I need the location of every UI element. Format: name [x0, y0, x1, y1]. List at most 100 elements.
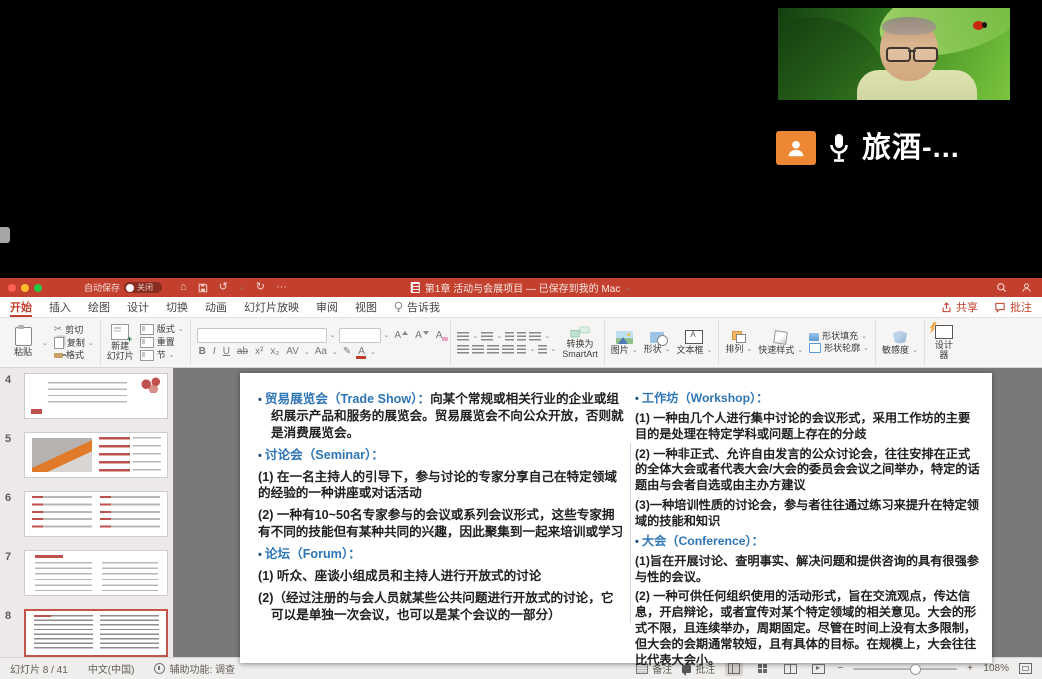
slide-paragraph: (1) 听众、座谈小组成员和主持人进行开放式的讨论 [258, 568, 626, 585]
reset-button[interactable]: 重置 [140, 337, 184, 348]
tab-draw[interactable]: 绘图 [88, 297, 110, 317]
font-color-chevron-icon: ⌄ [370, 349, 376, 356]
slide-right-textbox[interactable]: 工作坊（Workshop）： (1) 一种由几个人进行集中讨论的会议形式，采用工… [635, 391, 982, 655]
increase-indent-button[interactable] [517, 332, 526, 341]
zoom-percentage[interactable]: 108% [983, 663, 1009, 674]
slide-left-textbox[interactable]: 贸易展览会（Trade Show）：向某个常规或相关行业的企业或组织展示产品和服… [258, 391, 626, 655]
align-right-button[interactable] [487, 345, 499, 354]
accessibility-indicator[interactable]: 辅助功能: 调查 [154, 661, 235, 676]
arrange-button[interactable]: 排列 ⌄ [725, 331, 752, 354]
tab-animations[interactable]: 动画 [205, 297, 227, 317]
redo-icon[interactable]: ↻ [256, 282, 265, 293]
zoom-window-button[interactable] [34, 284, 42, 292]
autosave-toggle[interactable]: 自动保存 关闭 [84, 281, 162, 294]
shape-outline-button[interactable]: 形状轮廓 ⌄ [809, 343, 869, 353]
superscript-button[interactable]: x² [253, 347, 265, 357]
bullet-list-button[interactable] [457, 332, 469, 341]
undo-icon[interactable]: ↺ [219, 282, 228, 293]
person-glasses [886, 47, 938, 59]
picture-button[interactable]: 图片 ⌄ [611, 331, 638, 355]
tab-tell-me[interactable]: 告诉我 [394, 297, 440, 317]
column-divider [630, 443, 631, 623]
shrink-font-button[interactable]: A [413, 331, 431, 341]
cut-button[interactable]: ✂ 剪切 [54, 325, 94, 335]
text-direction-button[interactable] [517, 345, 526, 354]
format-painter-button[interactable]: 格式 [54, 351, 94, 360]
fit-slide-to-window-icon[interactable] [1019, 663, 1032, 674]
copy-button[interactable]: 复制 ⌄ [54, 337, 94, 349]
language-indicator[interactable]: 中文(中国) [88, 661, 135, 676]
font-color-button[interactable]: A [356, 347, 367, 357]
search-icon[interactable] [996, 282, 1007, 293]
convert-smartart-button[interactable]: 转换为SmartArt [562, 326, 598, 359]
section-button[interactable]: 节 ⌄ [140, 350, 184, 361]
share-button[interactable]: 共享 [941, 299, 978, 315]
account-icon[interactable] [1021, 282, 1032, 293]
format-painter-icon [54, 353, 63, 358]
slide-paragraph: 工作坊（Workshop）： [635, 391, 982, 407]
font-size-chevron-icon: ⌄ [384, 332, 390, 339]
quick-styles-button[interactable]: 快速样式 ⌄ [758, 331, 803, 355]
grow-font-button[interactable]: A [392, 331, 410, 341]
paste-button[interactable]: 粘贴 [10, 327, 36, 357]
zoom-slider-knob[interactable] [910, 664, 921, 675]
thumbnail-slide-4[interactable]: 4 [5, 373, 168, 419]
tab-home[interactable]: 开始 [10, 297, 32, 317]
clipboard-icon [15, 327, 32, 346]
undo-chevron-icon[interactable]: ⌄ [239, 284, 245, 291]
justify-button[interactable] [502, 345, 514, 354]
decrease-indent-button[interactable] [505, 332, 514, 341]
close-window-button[interactable] [8, 284, 16, 292]
shape-fill-button[interactable]: 形状填充 ⌄ [809, 332, 869, 341]
tab-slideshow[interactable]: 幻灯片放映 [244, 297, 299, 317]
layout-button[interactable]: 版式 ⌄ [140, 324, 184, 335]
align-center-button[interactable] [472, 345, 484, 354]
minimize-window-button[interactable] [21, 284, 29, 292]
align-left-button[interactable] [457, 345, 469, 354]
designer-button[interactable]: 设计器 [931, 325, 957, 360]
text-highlight-button[interactable]: ✎ [341, 347, 353, 357]
new-slide-button[interactable]: 新建幻灯片 [107, 324, 134, 361]
slideshow-view-button[interactable] [809, 661, 827, 676]
thumbnail-slide-6[interactable]: 6 [5, 491, 168, 537]
home-icon[interactable]: ⌂ [180, 282, 187, 293]
change-case-button[interactable]: Aa [313, 347, 329, 357]
tab-design[interactable]: 设计 [127, 297, 149, 317]
title-chevron-icon[interactable]: ⌄ [625, 284, 631, 292]
save-icon[interactable] [198, 283, 208, 293]
powerpoint-window: 自动保存 关闭 ⌂ ↺ ⌄ ↻ ··· 第1章 活动与会展项目 — 已保存到我的… [0, 278, 1042, 679]
slide-paragraph: 讨论会（Seminar）： [258, 447, 626, 464]
thumbnail-slide-5[interactable]: 5 [5, 432, 168, 478]
font-name-combobox[interactable] [197, 328, 327, 343]
tab-insert[interactable]: 插入 [49, 297, 71, 317]
columns-button[interactable] [538, 345, 547, 354]
overlay-edge-tab[interactable] [0, 227, 10, 243]
sensitivity-button[interactable]: 敏感度 ⌄ [882, 331, 918, 355]
textbox-button[interactable]: 文本框 ⌄ [676, 330, 712, 355]
tab-transitions[interactable]: 切换 [166, 297, 188, 317]
shapes-button[interactable]: 形状 ⌄ [644, 332, 671, 354]
italic-button[interactable]: I [211, 347, 218, 357]
paste-chevron-icon[interactable]: ⌄ [42, 339, 48, 347]
webcam-video-tile[interactable] [778, 8, 1010, 100]
reading-view-button[interactable] [781, 661, 799, 676]
slide-8[interactable]: 贸易展览会（Trade Show）：向某个常规或相关行业的企业或组织展示产品和服… [240, 373, 992, 663]
picture-icon [616, 331, 633, 344]
more-commands-icon[interactable]: ··· [276, 282, 287, 293]
bold-button[interactable]: B [197, 347, 208, 357]
font-size-combobox[interactable] [339, 328, 381, 343]
underline-button[interactable]: U [221, 347, 232, 357]
subscript-button[interactable]: x₂ [268, 347, 281, 357]
tab-view[interactable]: 视图 [355, 297, 377, 317]
thumbnail-slide-7[interactable]: 7 [5, 550, 168, 596]
strikethrough-button[interactable]: ab [235, 347, 250, 357]
comments-button[interactable]: 批注 [994, 299, 1032, 315]
thumbnail-slide-8-selected[interactable]: 8 [5, 609, 168, 657]
numbered-list-button[interactable] [481, 332, 493, 341]
line-spacing-button[interactable] [529, 332, 541, 341]
toggle-knob [126, 284, 134, 292]
character-spacing-button[interactable]: AV [284, 347, 301, 357]
tab-review[interactable]: 审阅 [316, 297, 338, 317]
zoom-slider[interactable] [853, 668, 957, 670]
clear-formatting-button[interactable]: A [434, 331, 445, 341]
